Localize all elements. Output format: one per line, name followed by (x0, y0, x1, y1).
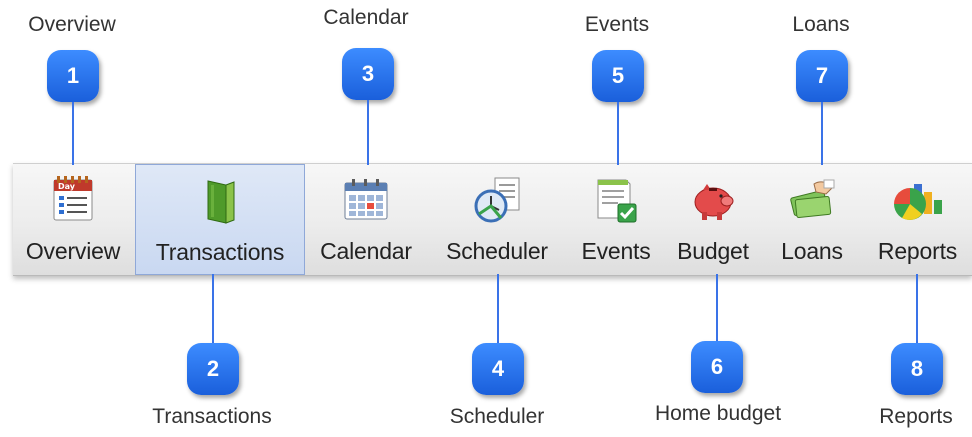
callout-line-4 (497, 274, 499, 344)
svg-text:Day: Day (58, 182, 76, 191)
clock-document-icon (471, 174, 523, 226)
callout-line-2 (212, 274, 214, 344)
callout-marker-2: 2 (187, 343, 239, 395)
callout-marker-4: 4 (472, 343, 524, 395)
callout-line-6 (716, 274, 718, 344)
callout-marker-1: 1 (47, 50, 99, 102)
callout-line-7 (821, 102, 823, 165)
toolbar-button-scheduler[interactable]: Scheduler (427, 164, 567, 275)
toolbar-button-events[interactable]: Events (569, 164, 663, 275)
pie-bar-chart-icon (892, 174, 944, 226)
toolbar-label-events: Events (581, 238, 651, 264)
callout-caption-reports: Reports (879, 405, 953, 428)
toolbar-label-loans: Loans (781, 238, 843, 264)
toolbar-label-transactions: Transactions (155, 239, 285, 265)
callout-line-1 (72, 102, 74, 165)
callout-line-5 (617, 102, 619, 165)
callout-caption-scheduler: Scheduler (449, 405, 545, 428)
callout-marker-8: 8 (891, 343, 943, 395)
green-book-icon (194, 175, 246, 227)
callout-caption-events: Events (584, 13, 650, 36)
toolbar-button-budget[interactable]: Budget (665, 164, 761, 275)
callout-marker-3: 3 (342, 48, 394, 100)
callout-caption-loans: Loans (792, 13, 850, 36)
toolbar-button-overview[interactable]: Day Overview (13, 164, 133, 275)
toolbar-button-calendar[interactable]: Calendar (307, 164, 425, 275)
hand-money-icon (786, 174, 838, 226)
toolbar-button-reports[interactable]: Reports (863, 164, 972, 275)
callout-caption-overview: Overview (28, 13, 116, 36)
callout-marker-6: 6 (691, 341, 743, 393)
callout-marker-7: 7 (796, 50, 848, 102)
calendar-day-list-icon: Day (47, 174, 99, 226)
toolbar-label-calendar: Calendar (320, 238, 412, 264)
toolbar-label-overview: Overview (25, 238, 121, 264)
piggy-bank-icon (687, 174, 739, 226)
callout-caption-transactions: Transactions (152, 405, 272, 428)
callout-caption-calendar: Calendar (323, 6, 409, 29)
callout-line-3 (367, 100, 369, 165)
toolbar-label-scheduler: Scheduler (446, 238, 548, 264)
toolbar-button-transactions[interactable]: Transactions (135, 164, 305, 275)
callout-marker-5: 5 (592, 50, 644, 102)
callout-caption-home-budget: Home budget (654, 402, 782, 425)
toolbar-label-reports: Reports (877, 238, 958, 264)
calendar-grid-icon (340, 174, 392, 226)
toolbar-button-loans[interactable]: Loans (763, 164, 861, 275)
callout-line-8 (916, 274, 918, 344)
toolbar-label-budget: Budget (677, 238, 749, 264)
document-checkmark-icon (590, 174, 642, 226)
main-toolbar: Day Overview Transactions Calendar Sched… (13, 163, 972, 276)
